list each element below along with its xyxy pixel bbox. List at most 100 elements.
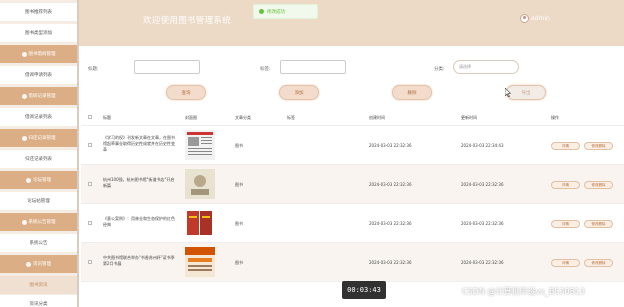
main-content: 标题: 标签: 分类: 请选择 查询 添加 删除 导出 标题 封面图 文章分类 … (79, 46, 624, 307)
export-button[interactable]: 导出 (506, 85, 546, 100)
return-icon (21, 135, 27, 141)
row-category: 图书 (235, 182, 243, 187)
header: 欢迎使用图书管理系统 admin (79, 0, 624, 46)
sidebar-item-news-category[interactable]: 资讯分类 (0, 295, 77, 307)
type-filter-select[interactable]: 请选择 (453, 60, 519, 74)
column-header-updated[interactable]: 更新时间 (461, 115, 477, 121)
row-checkbox[interactable] (88, 260, 92, 264)
success-toast: 修改成功 (253, 4, 318, 19)
row-updated: 2024-03-03 22:32:36 (461, 260, 504, 265)
news-icon (26, 261, 31, 267)
sidebar-group-return[interactable]: 归还记录管理 (0, 129, 77, 147)
user-menu[interactable]: admin (520, 14, 550, 23)
avatar (520, 14, 529, 23)
username: admin (531, 15, 550, 22)
sidebar-group-label: 归还记录管理 (28, 136, 56, 141)
cover-image (185, 247, 215, 277)
row-category: 图书 (235, 143, 243, 148)
sidebar-group-label: 论坛管理 (33, 178, 51, 183)
row-title: 《意公案例》：用林业和生态保护的红色经典 (103, 216, 175, 227)
book-icon (21, 51, 27, 57)
tag-filter-input[interactable] (280, 60, 346, 74)
tag-filter-label: 标签: (260, 67, 271, 72)
table-row: 《学习的权》刊发新文章在文章，在图书馆起草事业取得历史性成就并在历史性变革 图书… (81, 126, 624, 165)
type-filter-label: 分类: (434, 67, 445, 72)
sidebar-item-label: 归还记录列表 (25, 157, 52, 162)
news-table: 标题 封面图 文章分类 标签 创建时间 更新时间 操作 《学习的权》刊发新文章在… (81, 109, 624, 282)
check-circle-icon (259, 9, 264, 14)
sidebar-item-label: 图书资讯 (29, 283, 48, 288)
type-filter-placeholder: 请选择 (459, 64, 471, 69)
sidebar-item-label: 图书推荐列表 (25, 10, 52, 15)
row-checkbox[interactable] (88, 182, 92, 186)
row-category: 图书 (235, 221, 243, 226)
sidebar-group-label: 图书借阅管理 (28, 52, 56, 57)
row-title: 《学习的权》刊发新文章在文章，在图书馆起草事业取得历史性成就并在历史性变革 (103, 135, 175, 152)
sidebar-item-return-list[interactable]: 归还记录列表 (0, 150, 77, 168)
toast-message: 修改成功 (267, 9, 285, 15)
edit-delete-button[interactable]: 修改删除 (584, 259, 613, 267)
table-header: 标题 封面图 文章分类 标签 创建时间 更新时间 操作 (81, 109, 624, 126)
edit-delete-button[interactable]: 修改删除 (584, 220, 613, 228)
column-header-actions: 操作 (551, 115, 559, 120)
column-header-created[interactable]: 创建时间 (369, 115, 385, 121)
row-created: 2024-03-03 22:32:36 (369, 182, 412, 187)
sidebar-item-notice[interactable]: 系统公告 (0, 234, 77, 252)
sidebar-group-label: 资讯管理 (33, 262, 51, 267)
sidebar-item-label: 借阅记录列表 (25, 115, 52, 120)
sidebar-group-forum[interactable]: 论坛管理 (0, 171, 77, 189)
watermark: CSDN @计算机毕设vx_B530813 (462, 287, 585, 296)
sidebar-group-news[interactable]: 资讯管理 (0, 255, 77, 273)
delete-button[interactable]: 删除 (392, 85, 432, 100)
column-header-title[interactable]: 标题 (103, 115, 111, 121)
add-button[interactable]: 添加 (279, 85, 319, 100)
row-checkbox[interactable] (88, 143, 92, 147)
table-row: 中共图书馆联合举办"书香苏州杯"读书季第2月书展 图书 2024-03-03 2… (81, 243, 624, 282)
table-row: 杭州100强，杭州图书馆"街道书店"开启新篇 图书 2024-03-03 22:… (81, 165, 624, 204)
cover-image (185, 130, 215, 160)
column-header-tag: 标签 (287, 115, 295, 120)
sidebar-group-label: 系统公告管理 (28, 220, 56, 225)
sidebar-item-label: 系统公告 (29, 241, 48, 246)
edit-delete-button[interactable]: 修改删除 (584, 181, 613, 189)
detail-button[interactable]: 详情 (551, 181, 580, 189)
sidebar-item-borrow-apply[interactable]: 借阅申请列表 (0, 66, 77, 84)
sidebar-item-book-news[interactable]: 图书资讯 (0, 276, 77, 294)
column-header-category[interactable]: 文章分类 (235, 115, 251, 121)
sidebar-item-borrow-record-list[interactable]: 借阅记录列表 (0, 108, 77, 126)
column-header-cover: 封面图 (185, 115, 197, 120)
row-category: 图书 (235, 260, 243, 265)
sidebar: 图书推荐列表 图书类型添加 图书借阅管理 借阅申请列表 借阅记录管理 借阅记录列… (0, 0, 77, 307)
detail-button[interactable]: 详情 (551, 220, 580, 228)
search-button[interactable]: 查询 (166, 85, 206, 100)
table-row: 《意公案例》：用林业和生态保护的红色经典 图书 2024-03-03 22:32… (81, 204, 624, 243)
row-created: 2024-03-03 22:32:36 (369, 221, 412, 226)
sidebar-item-forum-posts[interactable]: 论坛帖管理 (0, 192, 77, 210)
sidebar-group-notice[interactable]: 系统公告管理 (0, 213, 77, 231)
row-updated: 2024-03-03 22:34:43 (461, 143, 504, 148)
app-window: 图书推荐列表 图书类型添加 图书借阅管理 借阅申请列表 借阅记录管理 借阅记录列… (0, 0, 624, 307)
sidebar-group-borrow[interactable]: 图书借阅管理 (0, 45, 77, 63)
detail-button[interactable]: 详情 (551, 259, 580, 267)
sidebar-item-book-type-add[interactable]: 图书类型添加 (0, 24, 77, 42)
record-icon (21, 93, 27, 99)
sidebar-item-label: 资讯分类 (29, 302, 48, 307)
row-updated: 2024-03-03 22:32:36 (461, 221, 504, 226)
sidebar-group-label: 借阅记录管理 (28, 94, 56, 99)
row-title: 中共图书馆联合举办"书香苏州杯"读书季第2月书展 (103, 255, 175, 266)
edit-delete-button[interactable]: 修改删除 (584, 142, 613, 150)
row-updated: 2024-03-03 22:32:36 (461, 182, 504, 187)
row-created: 2024-03-03 22:32:36 (369, 260, 412, 265)
row-checkbox[interactable] (88, 221, 92, 225)
cover-image (185, 169, 215, 199)
select-all-checkbox[interactable] (88, 115, 92, 119)
notice-icon (21, 219, 27, 225)
video-timer: 00:03:43 (342, 281, 386, 299)
sidebar-item-label: 论坛帖管理 (27, 199, 50, 204)
title-filter-label: 标题: (88, 67, 99, 72)
detail-button[interactable]: 详情 (551, 142, 580, 150)
sidebar-group-borrow-record[interactable]: 借阅记录管理 (0, 87, 77, 105)
cover-image (185, 208, 215, 238)
sidebar-item-book-recommend[interactable]: 图书推荐列表 (0, 3, 77, 21)
title-filter-input[interactable] (134, 60, 200, 74)
